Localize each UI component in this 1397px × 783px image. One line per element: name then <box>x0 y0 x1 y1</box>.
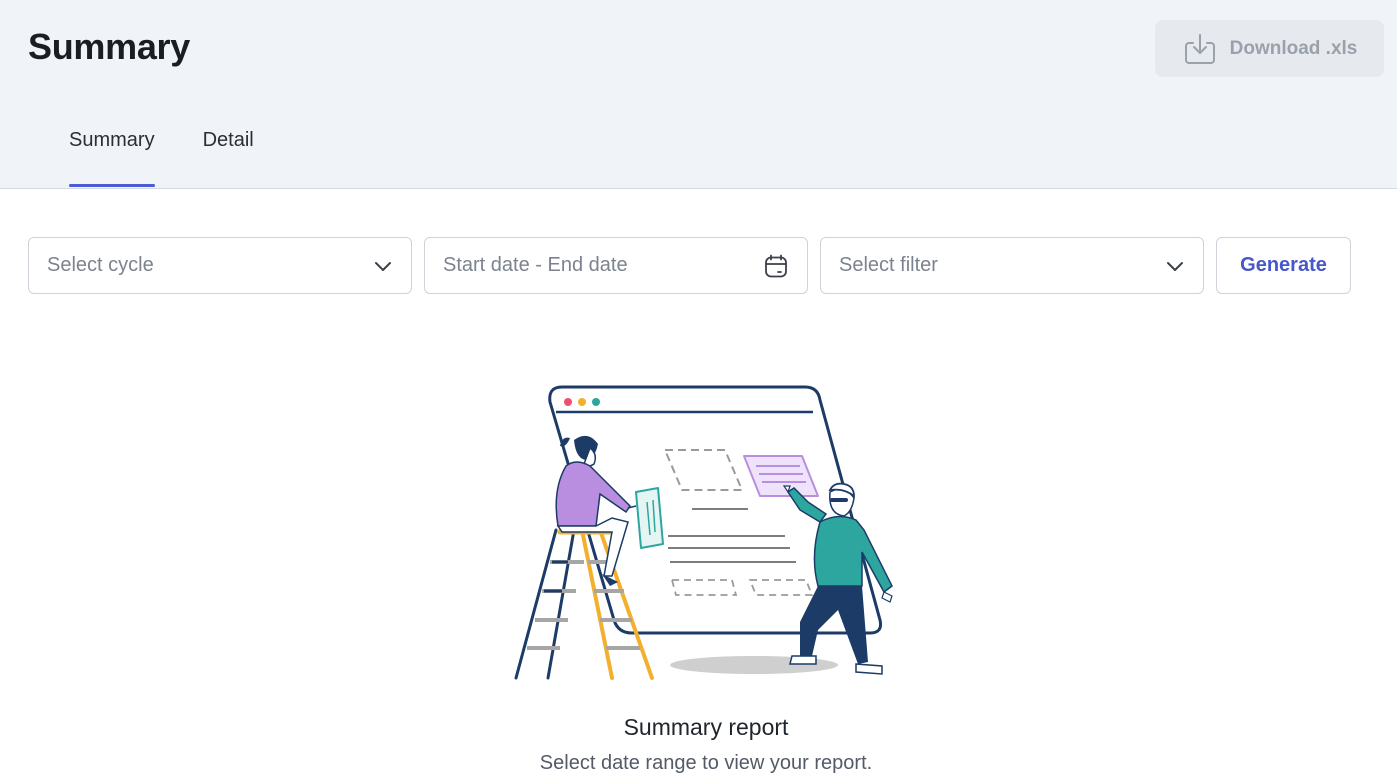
report-tabs: Summary Detail <box>44 120 279 189</box>
page-title: Summary <box>28 26 190 67</box>
date-range-placeholder: Start date - End date <box>443 254 628 276</box>
date-range-picker[interactable]: Start date - End date <box>424 237 808 294</box>
cycle-select-placeholder: Select cycle <box>47 254 154 276</box>
tab-detail[interactable]: Detail <box>180 120 279 189</box>
empty-state-title: Summary report <box>623 714 789 740</box>
download-icon <box>1184 33 1215 64</box>
download-label: Download .xls <box>1229 37 1358 59</box>
empty-state-subtitle: Select date range to view your report. <box>539 752 873 774</box>
cycle-select[interactable]: Select cycle <box>28 237 412 294</box>
download-xls-button[interactable]: Download .xls <box>1155 20 1384 77</box>
filter-select[interactable]: Select filter <box>820 237 1204 294</box>
calendar-icon <box>765 254 787 277</box>
page-header: Summary Download .xls Summary Detail <box>0 0 1397 189</box>
chevron-down-icon <box>375 261 391 271</box>
filter-select-placeholder: Select filter <box>839 254 938 276</box>
generate-button[interactable]: Generate <box>1216 237 1351 294</box>
chevron-down-icon <box>1167 261 1183 271</box>
empty-state-illustration <box>514 385 893 680</box>
tab-summary[interactable]: Summary <box>44 120 180 189</box>
